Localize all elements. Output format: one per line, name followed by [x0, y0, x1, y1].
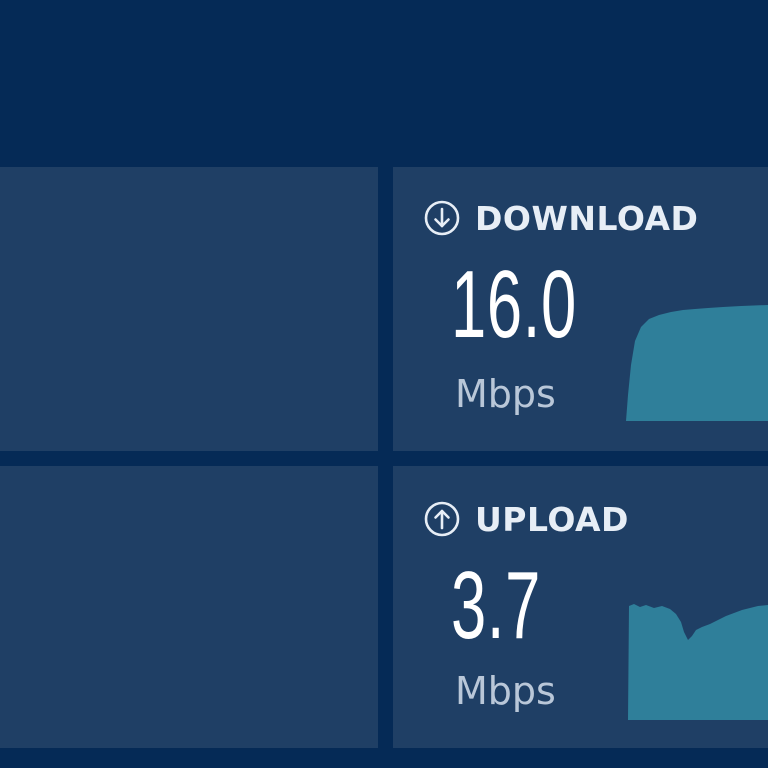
- upload-panel: UPLOAD 3.7 Mbps: [393, 466, 768, 748]
- upload-label: UPLOAD: [475, 499, 629, 539]
- left-bottom-panel: [0, 466, 378, 748]
- download-value: 16.0: [451, 251, 577, 358]
- speed-test-screen: DOWNLOAD 16.0 Mbps UPLOAD 3.7 Mbps: [0, 0, 768, 768]
- upload-header: UPLOAD: [423, 500, 629, 538]
- download-header: DOWNLOAD: [423, 199, 698, 237]
- arrow-down-circle-icon: [424, 200, 460, 236]
- download-unit: Mbps: [455, 372, 556, 416]
- download-label: DOWNLOAD: [475, 198, 699, 238]
- download-graph: [626, 305, 768, 421]
- left-top-panel: [0, 167, 378, 451]
- upload-unit: Mbps: [455, 669, 556, 713]
- upload-value: 3.7: [451, 552, 542, 659]
- upload-graph: [628, 604, 768, 720]
- download-panel: DOWNLOAD 16.0 Mbps: [393, 167, 768, 451]
- arrow-up-circle-icon: [424, 501, 460, 537]
